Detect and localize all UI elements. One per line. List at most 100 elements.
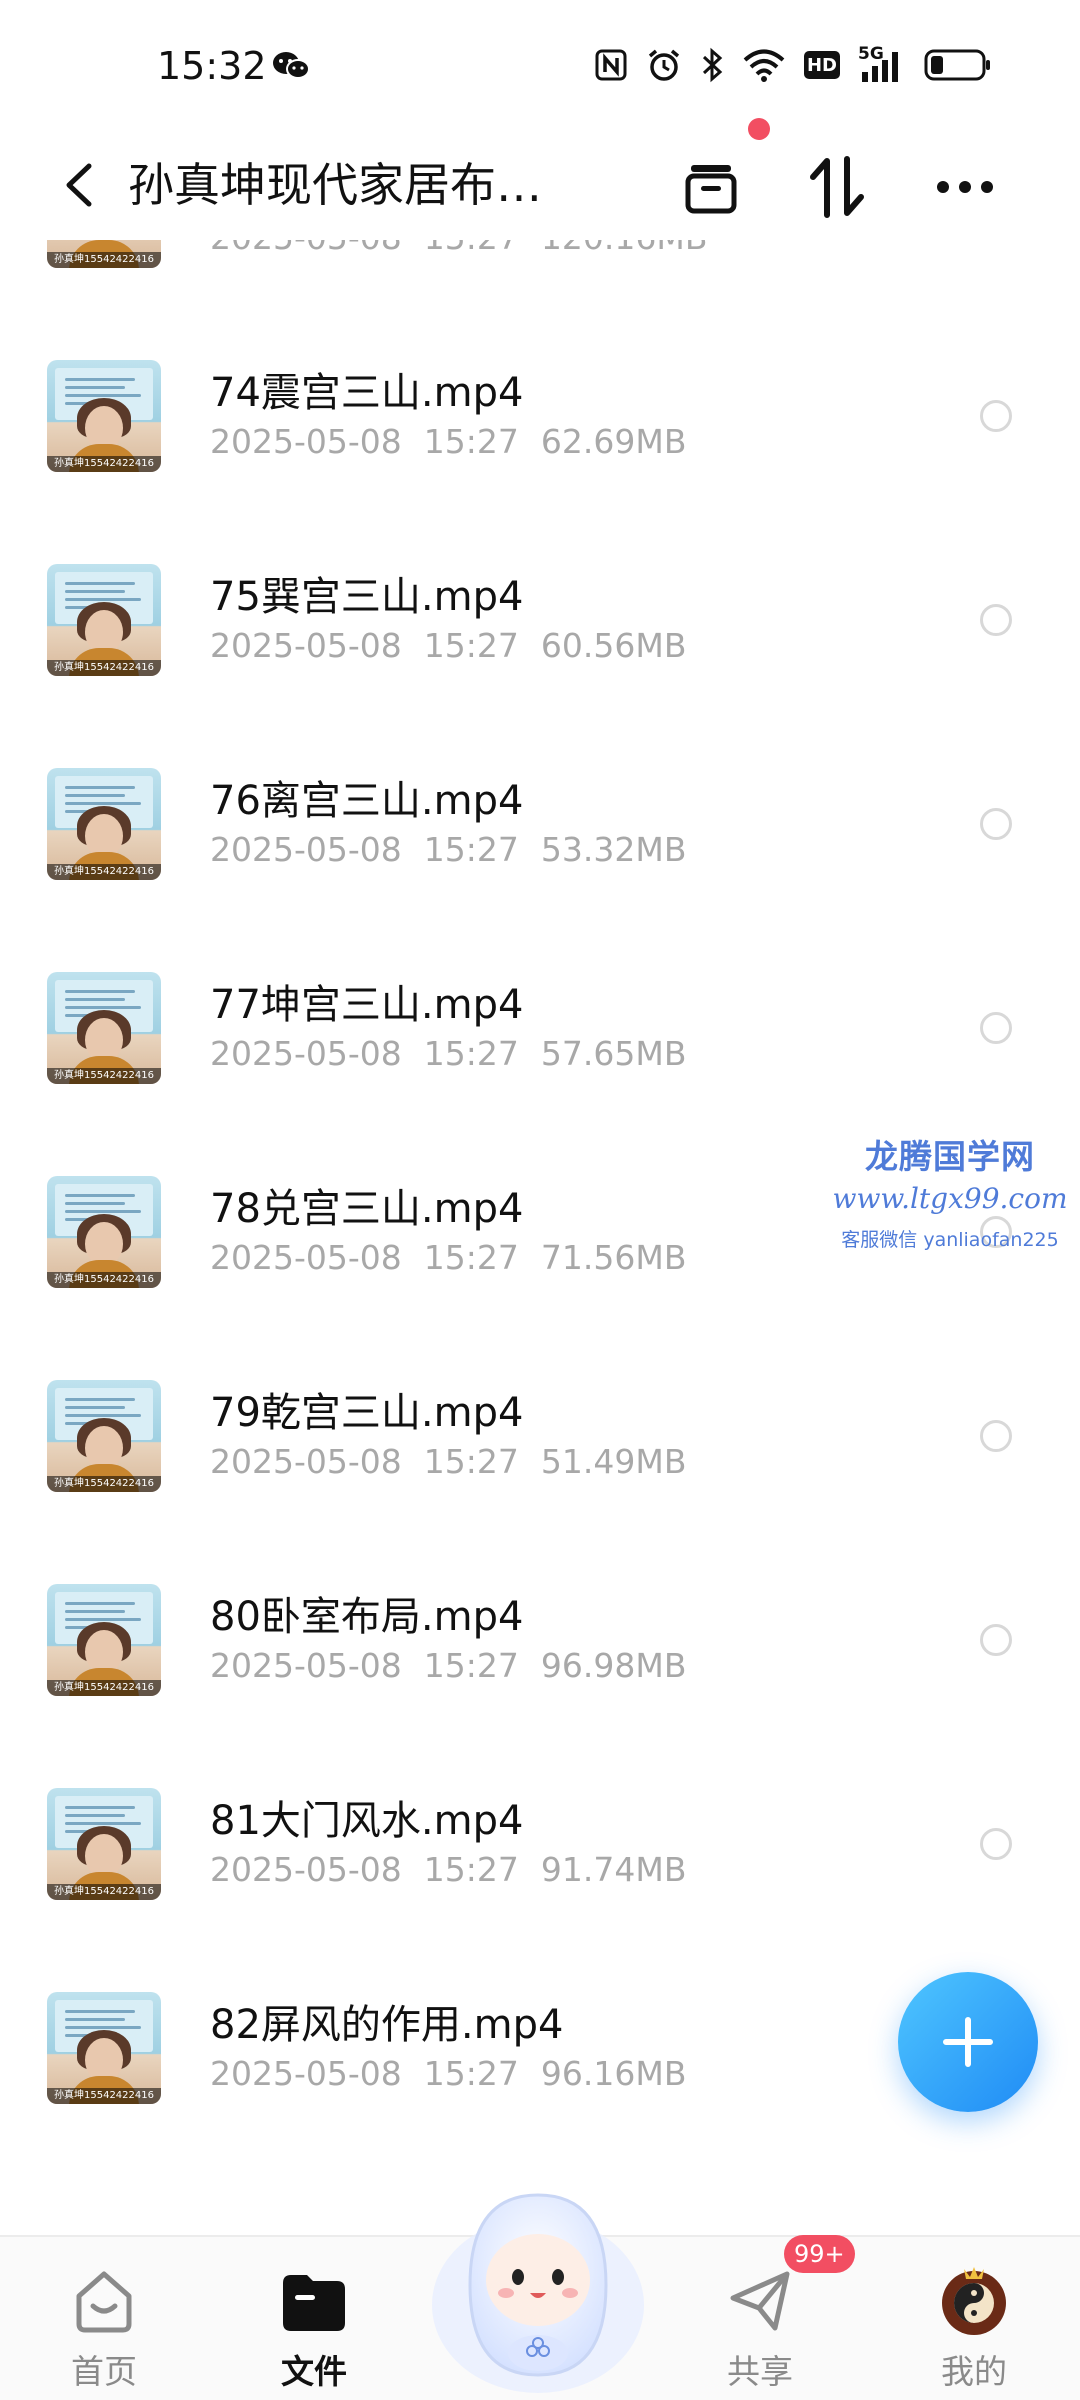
signal-5g-icon: 5G <box>858 44 906 84</box>
bluetooth-icon <box>702 47 723 83</box>
back-button[interactable] <box>48 152 108 218</box>
file-size: 57.65MB <box>540 1034 687 1073</box>
select-radio[interactable] <box>980 1828 1012 1860</box>
file-time: 15:27 <box>423 1238 519 1277</box>
video-thumbnail: 孙真坤15542422416 <box>47 1380 161 1492</box>
file-time: 15:27 <box>423 1646 519 1685</box>
status-icons: HD 5G <box>594 44 992 84</box>
home-icon <box>76 2271 132 2333</box>
file-name: 76离宫三山.mp4 <box>210 778 524 824</box>
file-name: 75巽宫三山.mp4 <box>210 574 524 620</box>
video-thumbnail: 孙真坤15542422416 <box>47 972 161 1084</box>
file-meta: 2025-05-08 15:27 51.49MB <box>210 1442 686 1481</box>
wechat-icon <box>273 52 310 79</box>
file-date: 2025-05-08 <box>210 1646 402 1685</box>
file-time: 15:27 <box>423 1034 519 1073</box>
page-title: 孙真坤现代家居布… <box>128 158 542 212</box>
video-thumbnail: 孙真坤15542422416 <box>47 360 161 472</box>
back-arrow-icon <box>66 163 92 207</box>
file-date: 2025-05-08 <box>210 830 402 869</box>
nav-files[interactable]: 文件 <box>244 2263 384 2393</box>
file-meta: 2025-05-08 15:27 96.98MB <box>210 1646 686 1685</box>
nav-files-label: 文件 <box>281 2352 347 2391</box>
folder-icon <box>283 2275 345 2331</box>
thumbnail-caption: 孙真坤15542422416 <box>47 1476 161 1492</box>
file-row[interactable]: 孙真坤15542422416 81大门风水.mp4 2025-05-08 15:27 9… <box>0 1742 1080 1946</box>
status-time: 15:32 <box>157 44 267 88</box>
select-radio[interactable] <box>980 1420 1012 1452</box>
file-row[interactable]: 孙真坤15542422416 79乾宫三山.mp4 2025-05-08 15:27 5… <box>0 1334 1080 1538</box>
thumbnail-caption: 孙真坤15542422416 <box>47 1884 161 1900</box>
video-thumbnail: 孙真坤15542422416 <box>47 1584 161 1696</box>
file-name: 78兑宫三山.mp4 <box>210 1186 524 1232</box>
file-row[interactable]: 孙真坤15542422416 77坤宫三山.mp4 2025-05-08 15:27 5… <box>0 926 1080 1130</box>
nav-mine-label: 我的 <box>941 2352 1007 2391</box>
file-row[interactable]: 孙真坤15542422416 75巽宫三山.mp4 2025-05-08 15:27 6… <box>0 518 1080 722</box>
thumbnail-caption: 孙真坤15542422416 <box>47 864 161 880</box>
notification-dot <box>748 118 770 140</box>
file-time: 15:27 <box>423 626 519 665</box>
thumbnail-caption: 孙真坤15542422416 <box>47 660 161 676</box>
file-size: 91.74MB <box>540 1850 687 1889</box>
sort-button[interactable] <box>802 152 872 222</box>
wifi-icon <box>743 49 785 82</box>
thumbnail-caption: 孙真坤15542422416 <box>47 2088 161 2104</box>
avatar-icon <box>942 2267 1006 2335</box>
nav-share[interactable]: 共享 <box>690 2263 830 2393</box>
video-thumbnail: 孙真坤15542422416 <box>47 240 161 268</box>
file-size: 53.32MB <box>540 830 687 869</box>
file-meta: 2025-05-08 15:27 120.16MB <box>210 240 707 257</box>
thumbnail-caption: 孙真坤15542422416 <box>47 456 161 472</box>
file-meta: 2025-05-08 15:27 96.16MB <box>210 2054 686 2093</box>
file-size: 71.56MB <box>540 1238 687 1277</box>
file-time: 15:27 <box>423 422 519 461</box>
nfc-icon <box>595 49 627 81</box>
file-date: 2025-05-08 <box>210 2054 402 2093</box>
file-time: 15:27 <box>423 1442 519 1481</box>
more-options-button[interactable] <box>930 152 1000 222</box>
file-time: 15:27 <box>423 2054 519 2093</box>
select-radio[interactable] <box>980 400 1012 432</box>
watermark-line-1: 龙腾国学网 <box>865 1137 1035 1176</box>
file-row[interactable]: 孙真坤1554242241673艮宫三山.mp42025-05-0815:271… <box>0 240 1080 314</box>
archive-button[interactable] <box>676 152 746 222</box>
file-row[interactable]: 孙真坤15542422416 74震宫三山.mp4 2025-05-08 15:27 6… <box>0 314 1080 518</box>
thumbnail-caption: 孙真坤15542422416 <box>47 1680 161 1696</box>
file-size: 60.56MB <box>540 626 687 665</box>
select-radio[interactable] <box>980 1012 1012 1044</box>
select-radio[interactable] <box>980 604 1012 636</box>
status-bar: 15:32 HD 5G <box>0 0 1080 130</box>
add-fab-button[interactable] <box>898 1972 1038 2112</box>
alarm-icon <box>648 49 680 81</box>
file-size: 120.16MB <box>541 240 708 257</box>
file-name: 80卧室布局.mp4 <box>210 1594 524 1640</box>
nav-home[interactable]: 首页 <box>34 2263 174 2393</box>
file-date: 2025-05-08 <box>210 626 402 665</box>
select-radio[interactable] <box>980 808 1012 840</box>
thumbnail-caption: 孙真坤15542422416 <box>47 252 161 268</box>
file-time: 15:27 <box>424 240 519 257</box>
mascot-icon[interactable] <box>430 2175 646 2395</box>
file-size: 96.16MB <box>540 2054 687 2093</box>
send-icon <box>730 2271 790 2331</box>
nav-share-label: 共享 <box>727 2352 793 2391</box>
share-badge: 99+ <box>784 2235 855 2273</box>
file-date: 2025-05-08 <box>210 422 402 461</box>
file-row[interactable]: 孙真坤15542422416 80卧室布局.mp4 2025-05-08 15:27 9… <box>0 1538 1080 1742</box>
file-meta: 2025-05-08 15:27 57.65MB <box>210 1034 686 1073</box>
file-time: 15:27 <box>423 830 519 869</box>
file-size: 96.98MB <box>540 1646 687 1685</box>
thumbnail-caption: 孙真坤15542422416 <box>47 1272 161 1288</box>
file-meta: 2025-05-08 15:27 91.74MB <box>210 1850 686 1889</box>
file-row[interactable]: 孙真坤15542422416 76离宫三山.mp4 2025-05-08 15:27 5… <box>0 722 1080 926</box>
thumbnail-caption: 孙真坤15542422416 <box>47 1068 161 1084</box>
more-dots-icon <box>937 181 993 193</box>
select-radio[interactable] <box>980 1624 1012 1656</box>
file-meta: 2025-05-08 15:27 71.56MB <box>210 1238 686 1277</box>
header-bar: 孙真坤现代家居布… <box>0 130 1080 240</box>
nav-mine[interactable]: 我的 <box>904 2263 1044 2393</box>
hd-icon: HD <box>804 51 840 79</box>
file-date: 2025-05-08 <box>210 1850 402 1889</box>
file-meta: 2025-05-08 15:27 60.56MB <box>210 626 686 665</box>
file-name: 79乾宫三山.mp4 <box>210 1390 524 1436</box>
